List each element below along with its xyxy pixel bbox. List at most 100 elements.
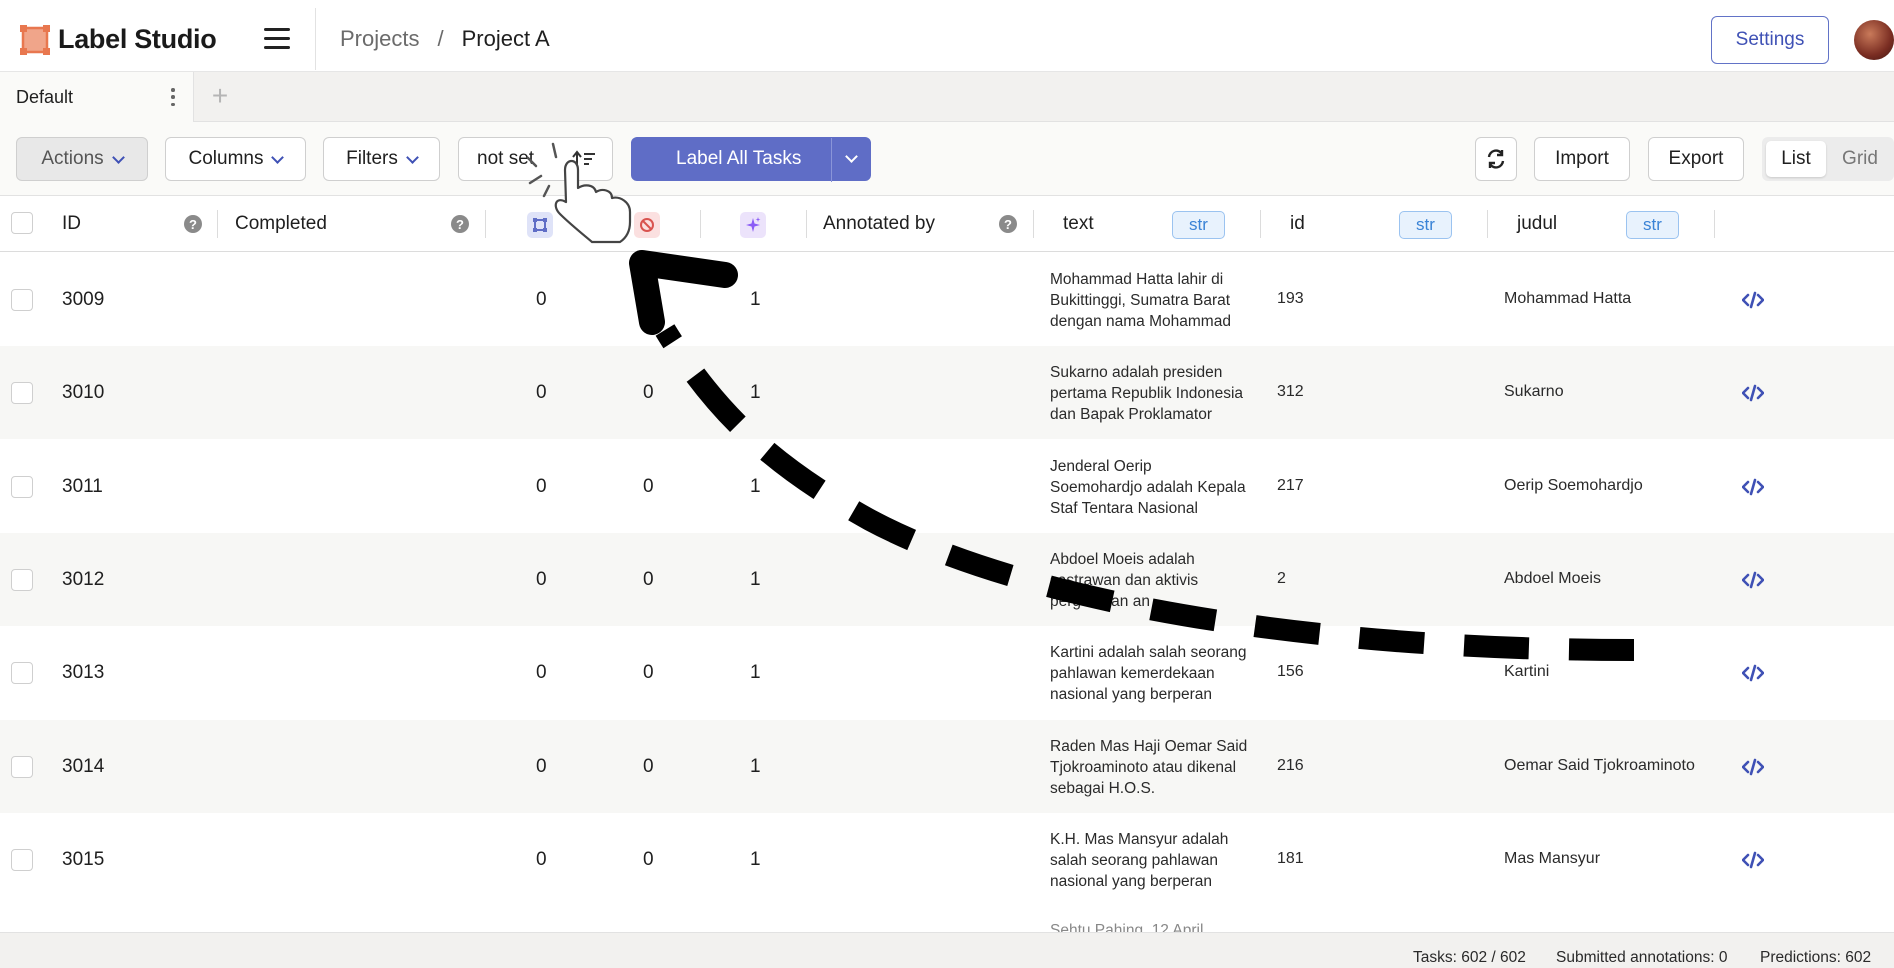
row-checkbox[interactable] xyxy=(11,382,33,404)
column-header-text[interactable]: text xyxy=(1063,196,1094,252)
select-all-checkbox[interactable] xyxy=(11,212,33,234)
text-cell: Mohammad Hatta lahir di Bukittinggi, Sum… xyxy=(1050,271,1231,330)
annotations-count: 0 xyxy=(536,289,547,310)
view-list-toggle[interactable]: List xyxy=(1766,141,1826,177)
predictions-icon[interactable] xyxy=(740,212,766,238)
code-icon[interactable] xyxy=(1742,291,1764,309)
export-button[interactable]: Export xyxy=(1648,137,1744,181)
help-icon[interactable]: ? xyxy=(451,215,469,233)
actions-button[interactable]: Actions xyxy=(16,137,148,181)
code-icon[interactable] xyxy=(1742,478,1764,496)
data-id-cell: 216 xyxy=(1277,757,1304,774)
table-row[interactable]: 3015 0 0 1 K.H. Mas Mansyur adalah salah… xyxy=(0,813,1894,906)
data-id-cell: 217 xyxy=(1277,477,1304,494)
row-checkbox[interactable] xyxy=(11,289,33,311)
data-id-cell: 312 xyxy=(1277,383,1304,400)
add-tab-button[interactable]: + xyxy=(206,80,234,112)
tasks-count: Tasks: 602 / 602 xyxy=(1413,949,1526,966)
table-row-partial[interactable]: Sehtu Pahing, 12 April xyxy=(0,906,1894,932)
avatar[interactable] xyxy=(1854,20,1894,60)
label-all-tasks-label: Label All Tasks xyxy=(676,148,802,169)
code-icon[interactable] xyxy=(1742,384,1764,402)
row-checkbox[interactable] xyxy=(11,849,33,871)
data-id-cell: 156 xyxy=(1277,663,1304,680)
chevron-down-icon xyxy=(271,150,285,164)
column-header-completed[interactable]: Completed xyxy=(235,196,327,252)
cancelled-count: 0 xyxy=(643,849,654,870)
settings-button[interactable]: Settings xyxy=(1711,16,1829,64)
import-button[interactable]: Import xyxy=(1534,137,1630,181)
judul-cell: Mohammad Hatta xyxy=(1504,290,1632,307)
breadcrumb-projects[interactable]: Projects xyxy=(340,26,419,52)
text-cell: Abdoel Moeis adalah sastrawan dan aktivi… xyxy=(1050,551,1199,610)
status-footer: Tasks: 602 / 602 Submitted annotations: … xyxy=(0,932,1894,968)
sort-icon[interactable] xyxy=(572,150,596,170)
annotations-count: 0 xyxy=(536,756,547,777)
view-grid-toggle[interactable]: Grid xyxy=(1830,141,1890,177)
annotations-count: 0 xyxy=(536,476,547,497)
app-logo[interactable]: Label Studio xyxy=(20,24,217,55)
sort-value: not set xyxy=(477,148,535,169)
annotations-count: 0 xyxy=(536,382,547,403)
column-header-judul[interactable]: judul xyxy=(1517,196,1557,252)
table-row[interactable]: 3010 0 0 1 Sukarno adalah presiden perta… xyxy=(0,346,1894,439)
type-badge: str xyxy=(1399,211,1452,239)
judul-cell: Kartini xyxy=(1504,663,1550,680)
tab-default[interactable]: Default xyxy=(0,72,194,122)
row-checkbox[interactable] xyxy=(11,476,33,498)
chevron-down-icon xyxy=(111,150,125,164)
view-toggle: List Grid xyxy=(1762,137,1894,181)
table-row[interactable]: 3009 0 1 Mohammad Hatta lahir di Bukitti… xyxy=(0,253,1894,346)
annotations-count: 0 xyxy=(536,662,547,683)
label-all-tasks-button[interactable]: Label All Tasks xyxy=(631,137,871,182)
column-header-id[interactable]: ID xyxy=(62,196,81,252)
refresh-button[interactable] xyxy=(1475,137,1517,181)
data-id-cell: 193 xyxy=(1277,290,1304,307)
filters-button[interactable]: Filters xyxy=(323,137,440,181)
chevron-down-icon[interactable] xyxy=(845,150,858,163)
code-icon[interactable] xyxy=(1742,758,1764,776)
app-name: Label Studio xyxy=(58,24,217,54)
help-icon[interactable]: ? xyxy=(999,215,1017,233)
task-id: 3013 xyxy=(62,662,105,683)
task-id: 3012 xyxy=(62,569,105,590)
row-checkbox[interactable] xyxy=(11,756,33,778)
judul-cell: Mas Mansyur xyxy=(1504,850,1601,867)
code-icon[interactable] xyxy=(1742,571,1764,589)
table-row[interactable]: 3012 0 0 1 Abdoel Moeis adalah sastrawan… xyxy=(0,533,1894,626)
cancelled-icon[interactable] xyxy=(634,212,660,238)
predictions-count: 1 xyxy=(750,382,761,403)
judul-cell: Sukarno xyxy=(1504,383,1564,400)
task-id: 3010 xyxy=(62,382,105,403)
text-cell: K.H. Mas Mansyur adalah salah seorang pa… xyxy=(1050,831,1229,890)
table-row[interactable]: 3014 0 0 1 Raden Mas Haji Oemar Said Tjo… xyxy=(0,720,1894,813)
column-header-annotated-by[interactable]: Annotated by xyxy=(823,196,935,252)
column-header-data-id[interactable]: id xyxy=(1290,196,1305,252)
hamburger-icon[interactable] xyxy=(264,28,290,50)
annotations-count: 0 xyxy=(536,569,547,590)
help-icon[interactable]: ? xyxy=(184,215,202,233)
row-checkbox[interactable] xyxy=(11,569,33,591)
more-vertical-icon[interactable] xyxy=(171,88,175,106)
data-id-cell: 2 xyxy=(1277,570,1286,587)
judul-cell: Abdoel Moeis xyxy=(1504,570,1601,587)
columns-label: Columns xyxy=(188,148,264,169)
filters-label: Filters xyxy=(346,148,398,169)
row-checkbox[interactable] xyxy=(11,662,33,684)
submitted-annotations-count: Submitted annotations: 0 xyxy=(1556,949,1728,966)
columns-button[interactable]: Columns xyxy=(165,137,306,181)
code-icon[interactable] xyxy=(1742,664,1764,682)
code-icon[interactable] xyxy=(1742,851,1764,869)
sort-button[interactable]: not set xyxy=(458,137,613,181)
annotations-count: 0 xyxy=(536,849,547,870)
toolbar: Actions Columns Filters not set Label Al… xyxy=(0,122,1894,196)
table-row[interactable]: 3013 0 0 1 Kartini adalah salah seorang … xyxy=(0,626,1894,719)
predictions-count: 1 xyxy=(750,849,761,870)
table-row[interactable]: 3011 0 0 1 Jenderal Oerip Soemohardjo ad… xyxy=(0,440,1894,533)
text-cell: Kartini adalah salah seorang pahlawan ke… xyxy=(1050,644,1247,703)
breadcrumb-current: Project A xyxy=(461,26,550,51)
tab-bar: Default + xyxy=(0,72,1894,122)
cancelled-count: 0 xyxy=(643,756,654,777)
annotations-icon[interactable] xyxy=(527,212,553,238)
cancelled-count: 0 xyxy=(643,476,654,497)
